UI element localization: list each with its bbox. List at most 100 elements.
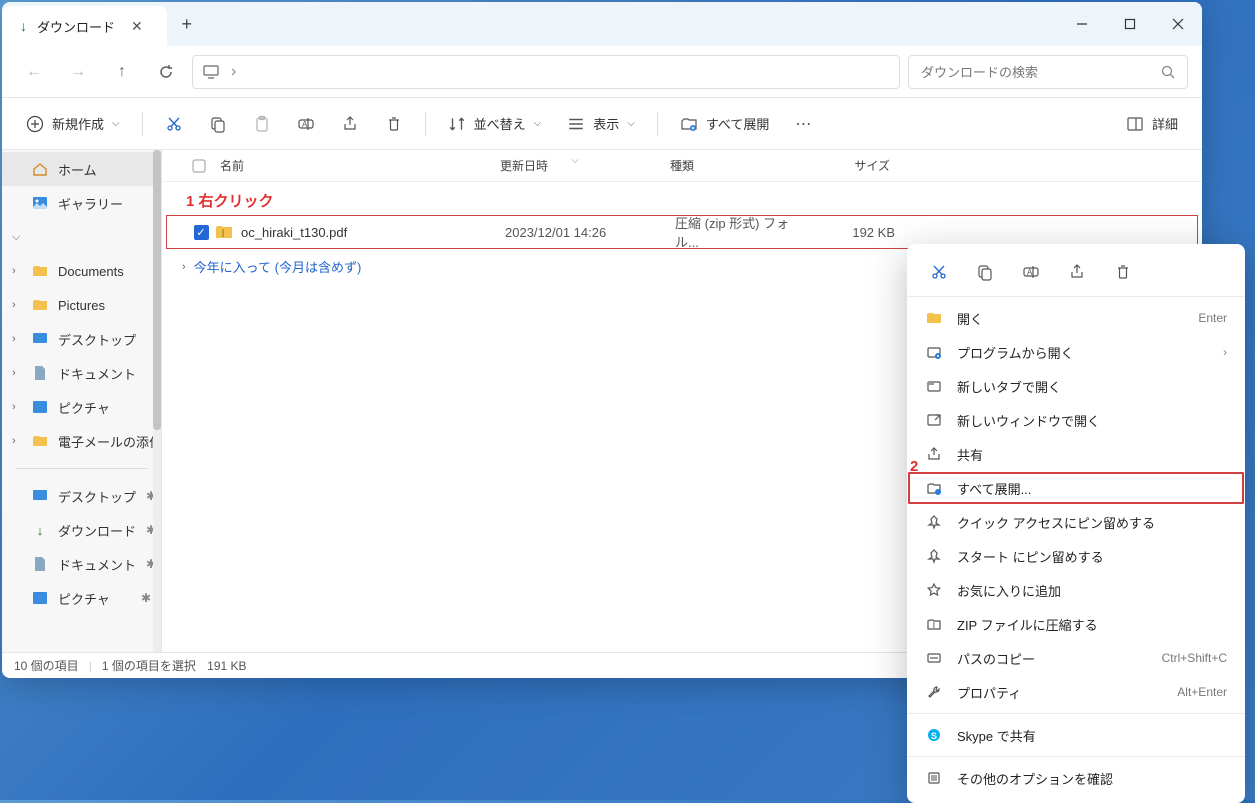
sidebar-qa-desktop[interactable]: デスクトップ ✱ bbox=[2, 479, 161, 513]
back-button[interactable]: ← bbox=[16, 54, 52, 90]
context-skype[interactable]: S Skype で共有 bbox=[907, 718, 1245, 752]
up-button[interactable]: ↑ bbox=[104, 54, 140, 90]
search-icon bbox=[1161, 65, 1175, 79]
chevron-right-icon: › bbox=[231, 63, 236, 81]
sidebar-qa-picture[interactable]: ピクチャ ✱ bbox=[2, 581, 161, 615]
chevron-right-icon: › bbox=[12, 299, 16, 311]
sidebar-item-email[interactable]: › 電子メールの添付 bbox=[2, 424, 161, 458]
desktop-icon bbox=[32, 488, 48, 504]
column-size[interactable]: サイズ bbox=[810, 157, 900, 174]
folder-icon bbox=[32, 263, 48, 279]
share-button[interactable] bbox=[331, 106, 369, 142]
column-name[interactable]: 名前 bbox=[210, 157, 490, 174]
gallery-icon bbox=[32, 195, 48, 211]
picture-icon bbox=[32, 399, 48, 415]
paste-button[interactable] bbox=[243, 106, 281, 142]
folder-icon bbox=[32, 433, 48, 449]
browser-tab[interactable]: ↓ ダウンロード ✕ bbox=[2, 6, 167, 46]
sidebar-item-picture-jp[interactable]: › ピクチャ bbox=[2, 390, 161, 424]
paste-icon bbox=[253, 115, 271, 133]
sort-indicator-icon: ⌵ bbox=[571, 155, 579, 166]
context-pin-start[interactable]: スタート にピン留めする bbox=[907, 539, 1245, 573]
minimize-button[interactable] bbox=[1058, 2, 1106, 46]
tab-icon bbox=[925, 377, 943, 395]
sidebar-item-desktop[interactable]: › デスクトップ bbox=[2, 322, 161, 356]
status-size: 191 KB bbox=[207, 659, 246, 673]
context-open-tab[interactable]: 新しいタブで開く bbox=[907, 369, 1245, 403]
chevron-right-icon: › bbox=[12, 333, 16, 345]
new-button[interactable]: 新規作成 ⌵ bbox=[16, 106, 130, 142]
context-open-window[interactable]: 新しいウィンドウで開く bbox=[907, 403, 1245, 437]
rename-button[interactable]: A bbox=[287, 106, 325, 142]
refresh-button[interactable] bbox=[148, 54, 184, 90]
titlebar: ↓ ダウンロード ✕ + bbox=[2, 2, 1202, 46]
sidebar: ホーム ギャラリー ⌵ › Documents › Pictures › bbox=[2, 150, 162, 652]
rename-icon: A bbox=[297, 115, 315, 133]
column-date[interactable]: ⌵更新日時 bbox=[490, 157, 660, 174]
share-icon bbox=[925, 445, 943, 463]
chevron-down-icon: ⌵ bbox=[534, 118, 542, 129]
sidebar-item-document-jp[interactable]: › ドキュメント bbox=[2, 356, 161, 390]
checkbox-column[interactable] bbox=[182, 159, 210, 173]
context-extract-all[interactable]: すべて展開... bbox=[907, 471, 1245, 505]
cut-button[interactable] bbox=[927, 260, 951, 284]
download-icon: ↓ bbox=[32, 522, 48, 538]
sort-button[interactable]: 並べ替え ⌵ bbox=[438, 106, 552, 142]
pin-icon bbox=[925, 513, 943, 531]
sidebar-qa-document[interactable]: ドキュメント ✱ bbox=[2, 547, 161, 581]
forward-button[interactable]: → bbox=[60, 54, 96, 90]
column-type[interactable]: 種類 bbox=[660, 157, 810, 174]
delete-button[interactable] bbox=[1111, 260, 1135, 284]
share-button[interactable] bbox=[1065, 260, 1089, 284]
wrench-icon bbox=[925, 683, 943, 701]
view-icon bbox=[567, 115, 585, 133]
details-pane-button[interactable]: 詳細 bbox=[1116, 106, 1188, 142]
close-window-button[interactable] bbox=[1154, 2, 1202, 46]
sidebar-item-gallery[interactable]: ギャラリー bbox=[2, 186, 161, 220]
context-copy-path[interactable]: パスのコピー Ctrl+Shift+C bbox=[907, 641, 1245, 675]
folder-icon bbox=[925, 309, 943, 327]
sidebar-item-blank[interactable]: ⌵ bbox=[2, 220, 161, 254]
skype-icon: S bbox=[925, 726, 943, 744]
sidebar-scrollbar[interactable] bbox=[153, 150, 161, 652]
scissors-icon bbox=[165, 115, 183, 133]
document-icon bbox=[32, 365, 48, 381]
context-open-with[interactable]: プログラムから開く › bbox=[907, 335, 1245, 369]
more-button[interactable]: ⋯ bbox=[785, 106, 821, 142]
copy-button[interactable] bbox=[973, 260, 997, 284]
context-more-options[interactable]: その他のオプションを確認 bbox=[907, 761, 1245, 795]
sidebar-qa-download[interactable]: ↓ ダウンロード ✱ bbox=[2, 513, 161, 547]
copy-button[interactable] bbox=[199, 106, 237, 142]
extract-all-button[interactable]: すべて展開 bbox=[670, 106, 780, 142]
context-share[interactable]: 共有 bbox=[907, 437, 1245, 471]
context-open[interactable]: 開く Enter bbox=[907, 301, 1245, 335]
open-with-icon bbox=[925, 343, 943, 361]
chevron-right-icon: › bbox=[1223, 345, 1227, 359]
file-checkbox[interactable]: ✓ bbox=[187, 225, 215, 240]
context-compress[interactable]: ZIP ファイルに圧縮する bbox=[907, 607, 1245, 641]
view-button[interactable]: 表示 ⌵ bbox=[557, 106, 645, 142]
cut-button[interactable] bbox=[155, 106, 193, 142]
context-favorite[interactable]: お気に入りに追加 bbox=[907, 573, 1245, 607]
maximize-button[interactable] bbox=[1106, 2, 1154, 46]
pin-icon bbox=[925, 547, 943, 565]
trash-icon bbox=[385, 115, 403, 133]
more-options-icon bbox=[925, 769, 943, 787]
sidebar-item-documents[interactable]: › Documents bbox=[2, 254, 161, 288]
rename-button[interactable]: A bbox=[1019, 260, 1043, 284]
search-input[interactable]: ダウンロードの検索 bbox=[908, 55, 1188, 89]
delete-button[interactable] bbox=[375, 106, 413, 142]
sidebar-item-pictures[interactable]: › Pictures bbox=[2, 288, 161, 322]
sidebar-item-home[interactable]: ホーム bbox=[2, 152, 161, 186]
context-pin-quick[interactable]: クイック アクセスにピン留めする bbox=[907, 505, 1245, 539]
context-properties[interactable]: プロパティ Alt+Enter bbox=[907, 675, 1245, 709]
search-placeholder: ダウンロードの検索 bbox=[921, 62, 1038, 81]
desktop-icon bbox=[32, 331, 48, 347]
star-icon bbox=[925, 581, 943, 599]
file-name: oc_hiraki_t130.pdf bbox=[241, 225, 495, 240]
new-tab-button[interactable]: + bbox=[167, 2, 207, 46]
close-tab-icon[interactable]: ✕ bbox=[125, 16, 149, 37]
address-bar[interactable]: › bbox=[192, 55, 900, 89]
svg-text:A: A bbox=[1027, 268, 1033, 277]
copy-icon bbox=[209, 115, 227, 133]
